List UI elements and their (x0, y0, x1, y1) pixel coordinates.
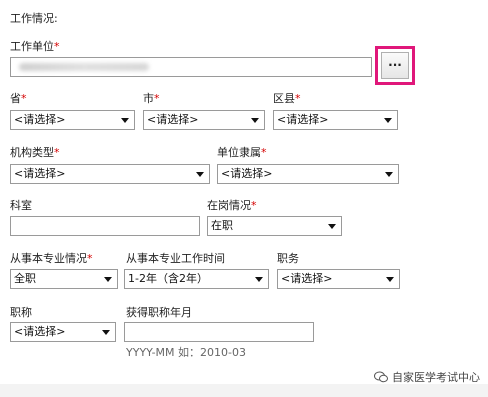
professional-status-select-value: 全职 (14, 272, 36, 285)
title-date-hint: YYYY-MM 如：2010-03 (126, 346, 246, 359)
professional-years-label: 从事本专业工作时间 (126, 252, 225, 265)
affiliation-select-value: <请选择> (221, 167, 273, 180)
employment-status-select-value: 在职 (211, 219, 233, 232)
city-select[interactable]: <请选择> (143, 110, 265, 130)
work-unit-browse-button[interactable]: ... (381, 52, 409, 79)
employment-status-select[interactable]: 在职 (207, 216, 342, 236)
chevron-down-icon (251, 118, 259, 123)
city-label: 市* (143, 92, 160, 106)
footer-bar (0, 384, 488, 397)
required-mark: * (54, 40, 60, 53)
position-label: 职务 (277, 252, 299, 265)
required-mark: * (251, 199, 257, 212)
employment-status-label: 在岗情况* (207, 199, 257, 213)
work-unit-label-text: 工作单位 (10, 40, 54, 53)
affiliation-label: 单位隶属* (217, 146, 267, 160)
work-unit-label: 工作单位* (10, 40, 60, 54)
district-label-text: 区县 (273, 92, 295, 105)
org-type-select-value: <请选择> (14, 167, 66, 180)
chevron-down-icon (104, 277, 112, 282)
chevron-down-icon (386, 277, 394, 282)
professional-status-select[interactable]: 全职 (10, 269, 118, 289)
city-select-value: <请选择> (147, 113, 199, 126)
province-select[interactable]: <请选择> (10, 110, 135, 130)
work-unit-field[interactable] (10, 57, 372, 77)
title-select-value: <请选择> (14, 325, 66, 338)
department-input[interactable] (10, 216, 200, 236)
org-type-label: 机构类型* (10, 146, 60, 160)
employment-status-label-text: 在岗情况 (207, 199, 251, 212)
redacted-value (19, 63, 149, 71)
title-date-label: 获得职称年月 (126, 306, 192, 319)
watermark-text: 自家医学考试中心 (392, 371, 480, 384)
chevron-down-icon (384, 118, 392, 123)
required-mark: * (261, 146, 267, 159)
professional-years-select-value: 1-2年（含2年） (128, 272, 208, 285)
title-select[interactable]: <请选择> (10, 322, 116, 342)
chevron-down-icon (121, 118, 129, 123)
org-type-select[interactable]: <请选择> (10, 164, 210, 184)
required-mark: * (154, 92, 160, 105)
title-date-input[interactable] (124, 322, 314, 342)
professional-status-label-text: 从事本专业情况 (10, 252, 87, 265)
required-mark: * (295, 92, 301, 105)
wechat-icon (374, 371, 388, 383)
position-select[interactable]: <请选择> (277, 269, 400, 289)
district-select-value: <请选择> (277, 113, 329, 126)
required-mark: * (21, 92, 27, 105)
required-mark: * (87, 252, 93, 265)
district-label: 区县* (273, 92, 301, 106)
chevron-down-icon (255, 277, 263, 282)
affiliation-select[interactable]: <请选择> (217, 164, 399, 184)
district-select[interactable]: <请选择> (273, 110, 398, 130)
department-label: 科室 (10, 199, 32, 212)
org-type-label-text: 机构类型 (10, 146, 54, 159)
position-select-value: <请选择> (281, 272, 333, 285)
title-label: 职称 (10, 306, 32, 319)
chevron-down-icon (102, 330, 110, 335)
province-label-text: 省 (10, 92, 21, 105)
professional-status-label: 从事本专业情况* (10, 252, 93, 266)
chevron-down-icon (328, 224, 336, 229)
chevron-down-icon (385, 172, 393, 177)
work-unit-browse-highlight: ... (375, 46, 415, 85)
required-mark: * (54, 146, 60, 159)
chevron-down-icon (196, 172, 204, 177)
province-label: 省* (10, 92, 27, 106)
professional-years-select[interactable]: 1-2年（含2年） (124, 269, 269, 289)
province-select-value: <请选择> (14, 113, 66, 126)
affiliation-label-text: 单位隶属 (217, 146, 261, 159)
watermark: 自家医学考试中心 (374, 369, 480, 385)
city-label-text: 市 (143, 92, 154, 105)
section-title: 工作情况: (10, 12, 58, 25)
